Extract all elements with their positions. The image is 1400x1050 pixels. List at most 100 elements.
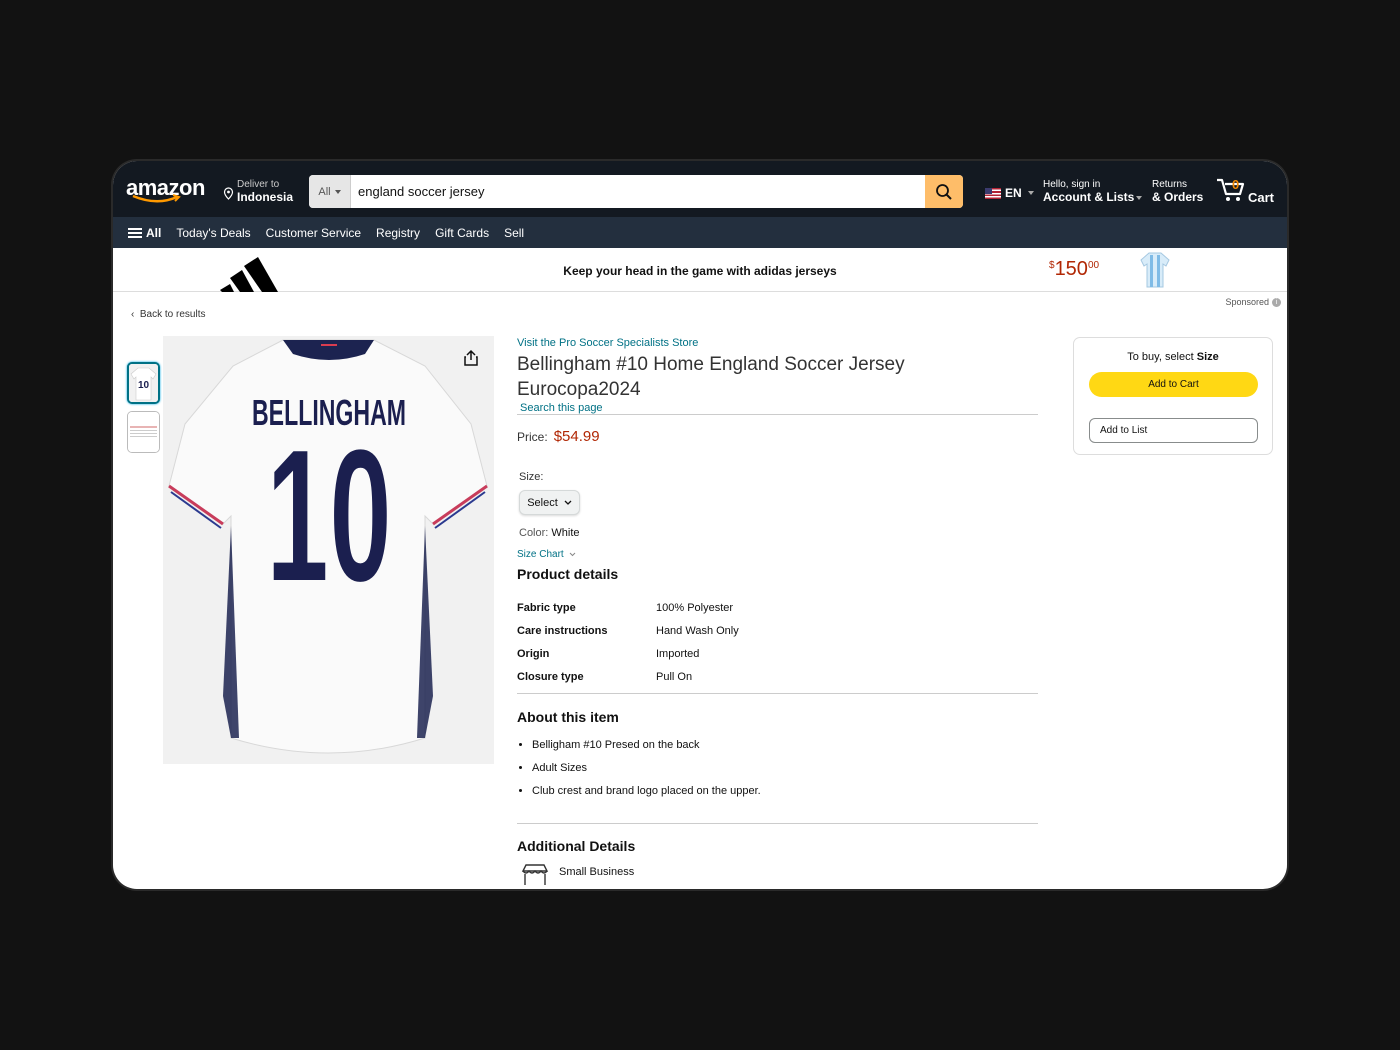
jersey-thumbnail-image: 10 <box>129 364 158 402</box>
search-category-label: All <box>318 185 331 198</box>
info-icon[interactable]: i <box>1272 297 1281 307</box>
add-to-cart-button[interactable]: Add to Cart <box>1089 372 1258 397</box>
price-row: Price: $54.99 <box>517 428 1037 445</box>
product-main-image[interactable]: BELLINGHAM 10 <box>163 336 494 764</box>
nav-registry[interactable]: Registry <box>376 226 420 240</box>
about-bullet: Club crest and brand logo placed on the … <box>532 784 1037 807</box>
banner-price-symbol: $ <box>1049 260 1055 271</box>
details-value: Pull On <box>656 670 693 683</box>
about-heading: About this item <box>517 709 619 725</box>
about-bullet: Adult Sizes <box>532 761 1037 784</box>
price-value: $54.99 <box>553 428 600 445</box>
account-lists-label-wrap: Account & Lists <box>1043 190 1143 204</box>
small-business-label: Small Business <box>559 866 635 878</box>
details-value: Imported <box>656 647 700 660</box>
returns-orders-link[interactable]: Returns & Orders <box>1152 179 1203 204</box>
top-navbar: amazon Deliver to Indonesia All england … <box>113 161 1287 217</box>
color-label: Color: <box>519 527 549 539</box>
details-row: Fabric type 100% Polyester <box>517 596 1037 619</box>
banner-price-whole: 150 <box>1054 258 1088 280</box>
nav-gift-cards[interactable]: Gift Cards <box>435 226 489 240</box>
divider <box>517 414 1038 415</box>
browser-window: amazon Deliver to Indonesia All england … <box>113 161 1287 889</box>
deliver-country: Indonesia <box>237 190 294 204</box>
cart-icon <box>1217 178 1245 201</box>
details-value: 100% Polyester <box>656 601 734 614</box>
returns-label: Returns <box>1152 179 1188 190</box>
buy-box: To buy, select Size Add to Cart Add to L… <box>1073 337 1273 455</box>
divider <box>517 693 1038 694</box>
chevron-down-icon <box>1027 191 1034 195</box>
details-value: Hand Wash Only <box>656 624 739 637</box>
sponsored-banner[interactable]: Keep your head in the game with adidas j… <box>113 248 1287 292</box>
size-chart-label: Size Chart <box>517 549 564 560</box>
account-lists-menu[interactable]: Hello, sign in Account & Lists <box>1043 179 1143 204</box>
back-to-results-link[interactable]: ‹ Back to results <box>131 309 205 320</box>
us-flag-icon <box>985 187 1001 199</box>
back-to-results-label: Back to results <box>139 309 206 320</box>
details-key: Care instructions <box>517 624 608 637</box>
color-value: White <box>551 527 580 539</box>
language-selector[interactable]: EN <box>985 186 1034 200</box>
divider <box>517 823 1038 824</box>
product-details-heading: Product details <box>517 566 619 582</box>
search-input[interactable] <box>351 175 925 208</box>
jersey-image: BELLINGHAM 10 <box>163 336 494 764</box>
location-pin-icon <box>223 187 234 200</box>
product-info-column: Visit the Pro Soccer Specialists Store B… <box>517 337 1038 885</box>
details-row: Care instructions Hand Wash Only <box>517 619 1037 642</box>
product-title: Bellingham #10 Home England Soccer Jerse… <box>517 354 905 400</box>
nav-customer-service[interactable]: Customer Service <box>266 226 361 240</box>
svg-text:10: 10 <box>138 380 150 391</box>
details-key: Closure type <box>517 670 584 683</box>
store-link[interactable]: Visit the Pro Soccer Specialists Store <box>517 337 1037 349</box>
add-to-list-button[interactable]: Add to List <box>1089 418 1258 443</box>
account-lists-label: Account & Lists <box>1043 190 1135 204</box>
thumbnail-size-chart[interactable] <box>127 411 160 453</box>
banner-price-fraction: 00 <box>1087 260 1100 271</box>
banner-price: $15000 <box>1049 258 1099 281</box>
size-chart-thumbnail-image <box>128 412 159 452</box>
banner-tagline: Keep your head in the game with adidas j… <box>563 264 837 278</box>
size-select-dropdown[interactable]: Select <box>519 490 580 515</box>
price-label: Price: <box>517 430 548 444</box>
size-label: Size: <box>519 471 544 483</box>
color-row: Color: White <box>519 527 1037 539</box>
details-key: Fabric type <box>517 601 576 614</box>
sponsored-label: Sponsored i <box>1225 297 1281 307</box>
chevron-down-icon <box>564 500 572 505</box>
product-details-table: Fabric type 100% Polyester Care instructi… <box>517 596 1037 688</box>
size-chart-link[interactable]: Size Chart <box>517 549 1037 560</box>
buy-box-prefix: To buy, select <box>1127 351 1194 363</box>
chevron-down-icon <box>334 189 341 194</box>
language-label: EN <box>1005 186 1022 200</box>
cart-button[interactable]: 0 Cart <box>1215 175 1274 208</box>
details-row: Origin Imported <box>517 642 1037 665</box>
details-row: Closure type Pull On <box>517 665 1037 688</box>
search-icon <box>936 183 952 200</box>
all-menu-button[interactable]: All <box>128 226 161 240</box>
chevron-down-icon <box>569 552 576 557</box>
details-key: Origin <box>517 647 550 660</box>
additional-details-heading: Additional Details <box>517 838 636 854</box>
search-category-dropdown[interactable]: All <box>309 175 351 208</box>
hamburger-menu-icon <box>128 227 142 238</box>
share-icon[interactable] <box>463 349 479 367</box>
search-this-page-link[interactable]: Search this page <box>520 402 1037 414</box>
cart-label: Cart <box>1248 190 1275 205</box>
sponsored-text: Sponsored <box>1225 297 1269 307</box>
nav-sell[interactable]: Sell <box>504 226 524 240</box>
nav-todays-deals[interactable]: Today's Deals <box>176 226 250 240</box>
jersey-number-text: 10 <box>266 410 392 622</box>
buy-box-size-word: Size <box>1196 351 1219 363</box>
all-menu-label: All <box>146 225 162 240</box>
secondary-navbar: All Today's Deals Customer Service Regis… <box>113 217 1287 248</box>
chevron-down-icon <box>1136 195 1143 200</box>
amazon-smile-icon <box>132 194 181 203</box>
search-button[interactable] <box>925 175 963 208</box>
thumbnail-jersey-back[interactable]: 10 <box>127 362 160 404</box>
account-greeting: Hello, sign in <box>1043 179 1101 190</box>
orders-label: & Orders <box>1152 190 1204 204</box>
small-business-row: Small Business <box>521 863 1037 885</box>
about-bullet: Belligham #10 Presed on the back <box>532 738 1037 761</box>
